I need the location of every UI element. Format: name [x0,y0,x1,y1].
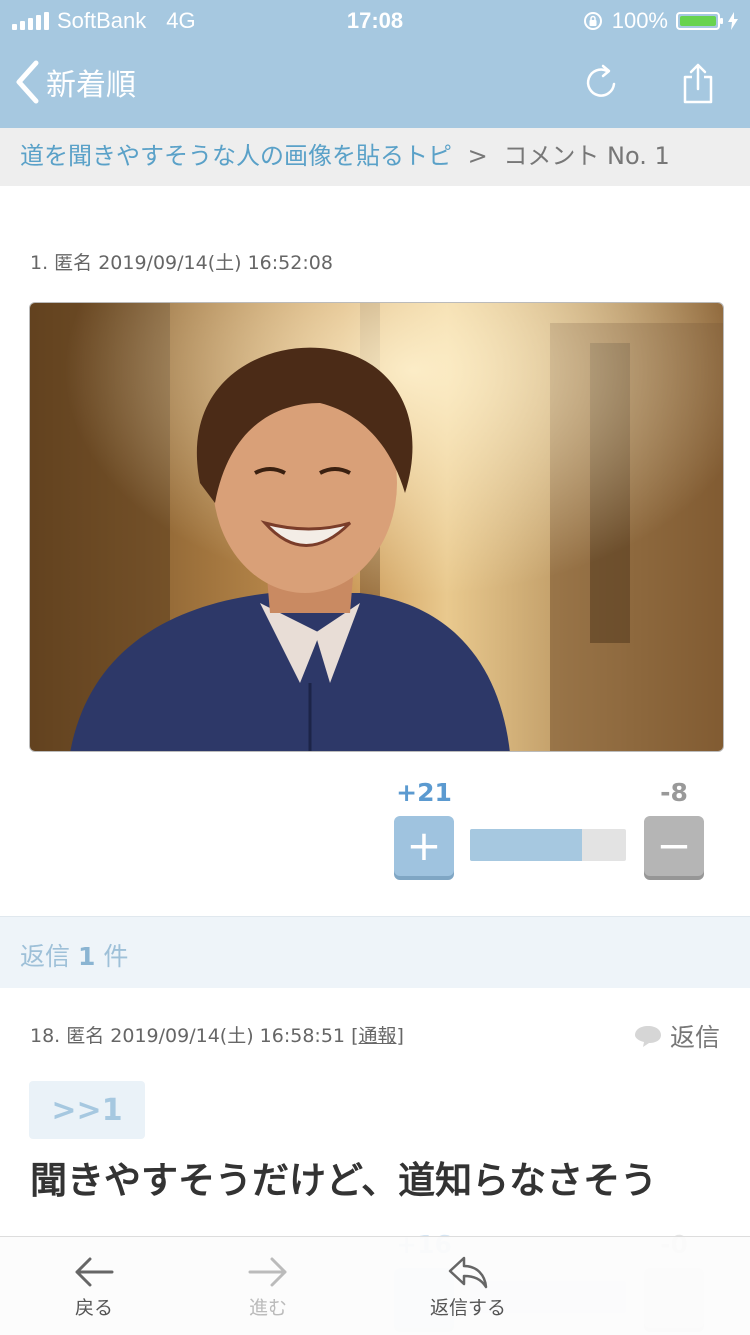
anchor-link[interactable]: >>1 [29,1081,145,1139]
reply-button[interactable]: 返信 [634,1018,720,1054]
report-link[interactable]: [通報] [351,1025,404,1047]
bottom-toolbar: 戻る 進む 返信する [0,1236,750,1335]
minus-count: -8 [660,778,688,807]
plus-count: +21 [396,778,452,807]
toolbar-reply-label: 返信する [429,1297,506,1319]
toolbar-forward-label: 進む [248,1297,287,1319]
reply-arrow-icon [448,1256,488,1289]
minus-vote-button[interactable]: − [644,816,704,876]
topic-link[interactable]: 道を聞きやすそうな人の画像を貼るトピ [20,142,452,170]
back-label: 新着順 [46,68,136,103]
status-right: 100% [582,8,738,34]
photo-illustration [30,303,723,751]
reply-meta-text: 18. 匿名 2019/09/14(土) 16:58:51 [30,1025,346,1047]
replies-header: 返信 1 件 [0,916,750,988]
battery-percent: 100% [611,8,668,33]
replies-count: 1 [77,942,96,971]
arrow-left-icon [75,1257,114,1287]
refresh-icon[interactable] [584,62,620,102]
comment-meta: 1. 匿名 2019/09/14(土) 16:52:08 [30,252,333,274]
arrow-right-icon [248,1257,287,1287]
reply-meta: 18. 匿名 2019/09/14(土) 16:58:51 [通報] [30,1021,404,1048]
nav-bar: 新着順 [0,40,750,128]
vote-ratio-fill [470,829,583,861]
reply-text: 聞きやすそうだけど、道知らなさそう [30,1159,658,1202]
share-icon[interactable] [680,62,716,104]
breadcrumb-separator: > [467,142,488,170]
plus-icon: + [406,821,442,870]
speech-bubble-icon [634,1026,661,1047]
toolbar-reply-button[interactable]: 返信する [398,1251,538,1320]
breadcrumb: 道を聞きやすそうな人の画像を貼るトピ > コメント No. 1 [0,128,750,186]
chevron-left-icon [16,60,39,104]
comment-vote-row: +21 -8 + − [394,778,704,878]
replies-suffix: 件 [103,942,129,971]
back-to-newest-button[interactable]: 新着順 [14,60,136,104]
toolbar-forward-button[interactable]: 進む [198,1251,338,1320]
replies-prefix: 返信 [20,942,71,971]
comment-photo[interactable] [29,302,724,752]
charging-icon [728,12,738,30]
vote-ratio-bar [470,829,626,861]
battery-icon [676,12,723,30]
minus-icon: − [656,821,692,870]
toolbar-back-button[interactable]: 戻る [24,1251,164,1320]
breadcrumb-current: コメント No. 1 [503,142,670,170]
plus-vote-button[interactable]: + [394,816,454,876]
toolbar-back-label: 戻る [74,1297,113,1319]
status-bar: SoftBank 4G 17:08 100% [0,0,750,40]
reply-label: 返信 [669,1023,720,1052]
rotation-lock-icon [583,12,602,30]
